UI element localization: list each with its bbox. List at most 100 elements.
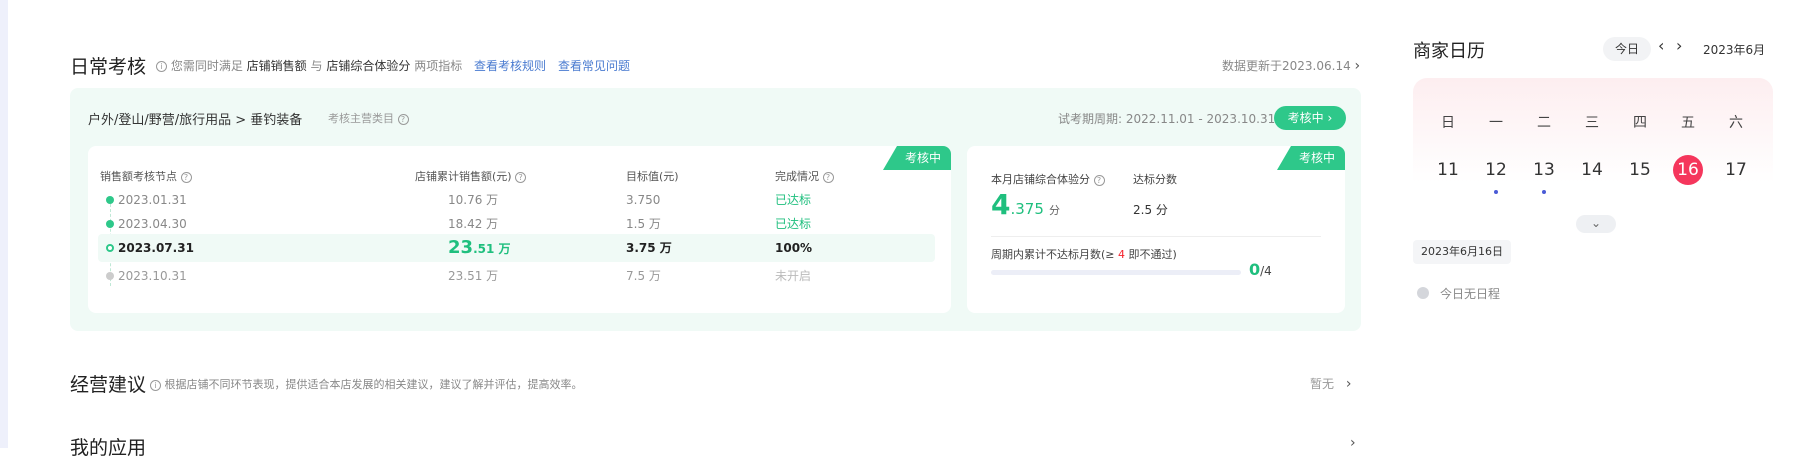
weekday-sun: 日 (1441, 115, 1455, 131)
view-faq-link[interactable]: 查看常见问题 (558, 57, 630, 74)
weekday-wed: 三 (1585, 115, 1599, 131)
divider (991, 236, 1321, 237)
header-sales-label: 店铺累计销售额(元) (415, 170, 512, 183)
left-edge-bar (0, 0, 8, 448)
daily-check-card: 户外/登山/野营/旅行用品 > 垂钓装备 考核主营类目 ? 试考期周期: 202… (70, 88, 1361, 331)
trial-period: 试考期周期: 2022.11.01 - 2023.10.31 (1058, 112, 1276, 126)
prev-month-icon[interactable]: ‹ (1658, 36, 1664, 55)
next-month-icon[interactable]: › (1676, 36, 1682, 55)
selected-date-label: 2023年6月16日 (1413, 240, 1511, 264)
suggestion-tip-text: 根据店铺不同环节表现，提供适合本店发展的相关建议，建议了解并评估，提高效率。 (164, 378, 583, 391)
metric-experience: 店铺综合体验分 (326, 59, 411, 73)
calendar-day[interactable]: 17 (1721, 155, 1751, 185)
standard-value: 2.5 分 (1133, 203, 1168, 217)
calendar-title: 商家日历 (1413, 41, 1485, 62)
assessing-badge: 考核中 (882, 146, 951, 170)
info-icon: i (150, 379, 161, 391)
score-int: 4 (991, 188, 1011, 221)
progress-total: /4 (1260, 264, 1272, 278)
empty-schedule-text: 今日无日程 (1440, 287, 1501, 301)
table-row-current: 2023.07.31 23.51 万 3.75 万 100% (98, 234, 935, 262)
chevron-right-icon: › (1354, 58, 1361, 74)
chevron-right-icon[interactable]: › (1350, 435, 1356, 451)
chevron-right-icon: › (1345, 376, 1352, 392)
event-dot (1542, 190, 1546, 194)
standard-label: 达标分数 (1133, 173, 1177, 186)
info-icon: ? (515, 171, 527, 183)
status-pill-button[interactable]: 考核中 › (1274, 106, 1346, 130)
fail-progress-track (991, 270, 1241, 275)
node-pending-dot (106, 272, 114, 280)
suggestion-status: 暂无 (1310, 377, 1335, 391)
weekday-thu: 四 (1633, 115, 1647, 131)
table-row: 2023.10.31 23.51 万 7.5 万 未开启 (98, 262, 935, 290)
month-label: 2023年6月 (1703, 43, 1766, 57)
chevron-right-icon: › (1327, 111, 1333, 125)
weekday-mon: 一 (1489, 115, 1503, 131)
fail-label-post: 即不通过) (1128, 248, 1177, 261)
suggestion-more-link[interactable]: 暂无 › (1310, 375, 1351, 392)
suggestion-title: 经营建议 (70, 374, 147, 396)
row-sales: 23.51 万 (448, 269, 499, 283)
info-icon: ? (397, 113, 409, 125)
view-rules-link[interactable]: 查看考核规则 (474, 57, 546, 74)
header-sales: 店铺累计销售额(元) ? (415, 168, 527, 184)
sales-assessment-panel: 考核中 销售额考核节点 ? 店铺累计销售额(元) ? 目标值(元) 完成情况 ?… (88, 146, 951, 313)
today-button[interactable]: 今日 (1603, 37, 1651, 61)
calendar-day[interactable]: 13 (1529, 155, 1559, 185)
weekday-sat: 六 (1729, 115, 1743, 131)
row-status: 100% (775, 241, 813, 255)
tip-and: 与 (310, 59, 323, 73)
calendar-day[interactable]: 15 (1625, 155, 1655, 185)
experience-score-panel: 考核中 本月店铺综合体验分 ? 达标分数 4.375 分 2.5 分 周期内累计… (967, 146, 1345, 313)
header-status: 完成情况 ? (775, 168, 834, 184)
calendar-week-strip (1413, 78, 1773, 228)
calendar-day[interactable]: 11 (1433, 155, 1463, 185)
status-pill-label: 考核中 (1287, 111, 1324, 125)
row-sales: 23.51 万 (448, 234, 511, 263)
expand-calendar-chevron-down-icon[interactable]: ⌄ (1576, 215, 1616, 233)
score-label-text: 本月店铺综合体验分 (991, 173, 1090, 186)
header-target: 目标值(元) (626, 170, 679, 183)
header-status-label: 完成情况 (775, 170, 819, 183)
header-node: 销售额考核节点 ? (100, 168, 192, 184)
tip-suffix: 两项指标 (414, 59, 463, 73)
category-path: 户外/登山/野营/旅行用品 > 垂钓装备 (88, 113, 303, 128)
header-node-label: 销售额考核节点 (100, 170, 177, 183)
suggestion-tip: i 根据店铺不同环节表现，提供适合本店发展的相关建议，建议了解并评估，提高效率。 (150, 376, 583, 392)
category-hint: 考核主营类目 ? (328, 110, 409, 126)
calendar-day-today[interactable]: 16 (1673, 155, 1703, 185)
node-done-dot (106, 220, 114, 228)
row-status: 未开启 (775, 269, 812, 283)
node-done-dot (106, 196, 114, 204)
fail-progress-value: 0/4 (1249, 260, 1272, 279)
calendar-day[interactable]: 14 (1577, 155, 1607, 185)
data-update-link[interactable]: 数据更新于2023.06.14 › (1222, 57, 1360, 74)
info-icon: ? (1093, 174, 1105, 186)
assessing-badge: 考核中 (1276, 146, 1345, 170)
info-icon: ? (180, 171, 192, 183)
score-value: 4.375 分 (991, 188, 1060, 221)
weekday-fri: 五 (1681, 115, 1695, 131)
empty-dot-icon (1417, 287, 1429, 299)
weekday-tue: 二 (1537, 115, 1551, 131)
fail-num: 4 (1118, 248, 1126, 261)
progress-value: 0 (1249, 260, 1261, 279)
row-date: 2023.07.31 (118, 241, 194, 255)
info-icon: ? (822, 171, 834, 183)
category-hint-text: 考核主营类目 (328, 112, 394, 125)
row-sales-int: 23 (448, 237, 474, 258)
row-sales-dec: .51 万 (473, 242, 511, 256)
metric-sales: 店铺销售额 (246, 59, 307, 73)
row-target: 3.75 万 (626, 241, 672, 255)
info-icon: i (156, 61, 167, 72)
fail-months-label: 周期内累计不达标月数(≥ 4 即不通过) (991, 246, 1177, 262)
fail-label-pre: 周期内累计不达标月数(≥ (991, 248, 1115, 261)
row-target: 7.5 万 (626, 269, 661, 283)
calendar-day[interactable]: 12 (1481, 155, 1511, 185)
node-current-dot (106, 244, 114, 252)
row-date: 2023.10.31 (118, 269, 187, 283)
score-label: 本月店铺综合体验分 ? (991, 171, 1105, 187)
score-dec: .375 (1010, 200, 1044, 218)
daily-check-title: 日常考核 (70, 56, 147, 78)
